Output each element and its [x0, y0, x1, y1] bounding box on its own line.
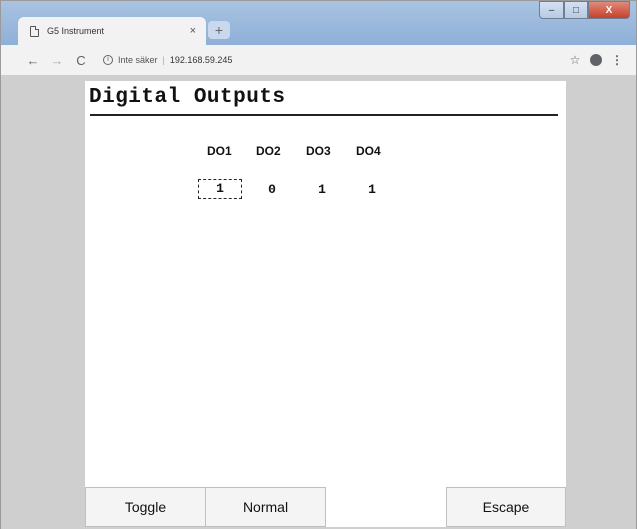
security-label: Inte säker	[118, 55, 158, 65]
back-arrow-icon[interactable]: ←	[23, 53, 43, 68]
output-header-do2: DO2	[256, 144, 281, 158]
tab-close-icon[interactable]: ×	[190, 25, 196, 37]
bookmark-star-icon[interactable]: ☆	[566, 53, 584, 67]
window-controls: – □ X	[539, 1, 630, 19]
escape-button[interactable]: Escape	[446, 487, 566, 527]
minimize-button[interactable]: –	[539, 1, 564, 19]
page-icon	[30, 25, 39, 37]
reload-icon[interactable]: C	[71, 53, 91, 68]
output-value-do4[interactable]: 1	[360, 182, 384, 197]
output-value-do2[interactable]: 0	[260, 182, 284, 197]
browser-window: G5 Instrument × + – □ X ← → C i Inte säk…	[0, 0, 637, 529]
title-underline	[90, 114, 558, 116]
button-bar: Toggle Normal Escape	[85, 487, 566, 527]
page-viewport: Digital Outputs DO1 DO2 DO3 DO4 1 0 1 1 …	[1, 77, 636, 529]
new-tab-button[interactable]: +	[208, 21, 230, 39]
address-separator: |	[162, 55, 165, 65]
output-value-do3[interactable]: 1	[310, 182, 334, 197]
info-icon[interactable]: i	[103, 55, 113, 65]
browser-toolbar: ← → C i Inte säker | 192.168.59.245 ☆ ⋮	[1, 45, 636, 76]
output-header-do3: DO3	[306, 144, 331, 158]
title-bar: G5 Instrument × + – □ X	[1, 1, 636, 45]
normal-button[interactable]: Normal	[205, 487, 326, 527]
toggle-button[interactable]: Toggle	[85, 487, 206, 527]
menu-kebab-icon[interactable]: ⋮	[608, 53, 626, 67]
output-value-do1[interactable]: 1	[198, 179, 242, 199]
output-header-do1: DO1	[207, 144, 232, 158]
close-window-button[interactable]: X	[588, 1, 630, 19]
maximize-button[interactable]: □	[564, 1, 588, 19]
tab-title: G5 Instrument	[47, 26, 105, 36]
page-title: Digital Outputs	[89, 86, 286, 109]
url-text[interactable]: 192.168.59.245	[170, 55, 233, 65]
output-header-do4: DO4	[356, 144, 381, 158]
address-bar[interactable]: i Inte säker | 192.168.59.245	[103, 55, 560, 65]
digital-outputs-panel: Digital Outputs DO1 DO2 DO3 DO4 1 0 1 1 …	[85, 81, 566, 527]
forward-arrow-icon[interactable]: →	[47, 53, 67, 68]
browser-tab[interactable]: G5 Instrument ×	[18, 17, 206, 45]
account-icon[interactable]	[590, 54, 602, 66]
